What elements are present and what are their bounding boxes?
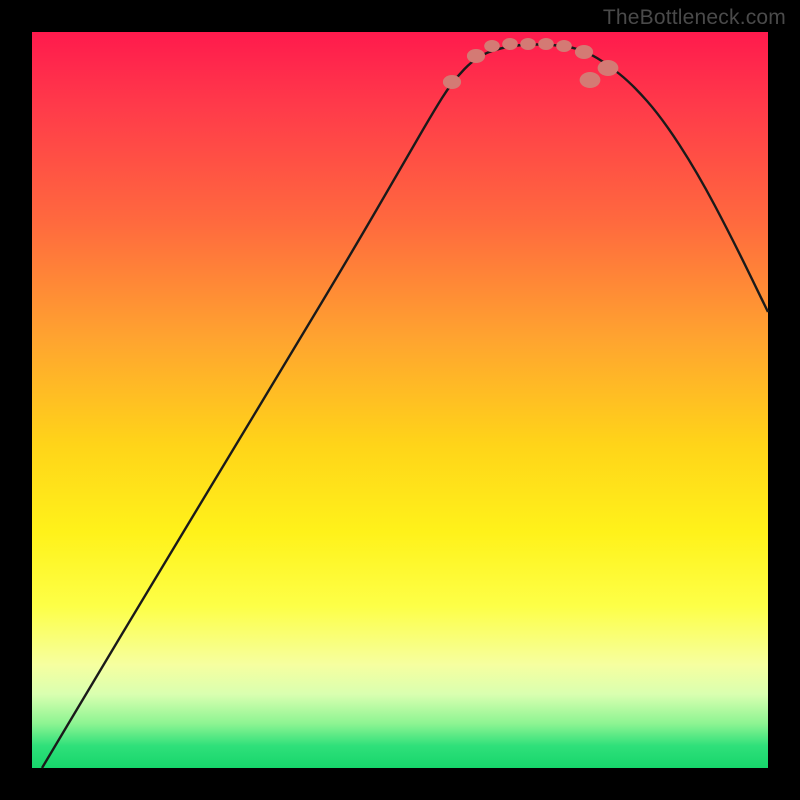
chart-svg [32,32,768,768]
chart-plot-area [32,32,768,768]
valley-marker [575,45,593,59]
valley-marker [520,38,536,50]
valley-marker [580,72,601,88]
watermark-text: TheBottleneck.com [603,6,786,30]
valley-marker [556,40,572,52]
chart-stage: TheBottleneck.com [0,0,800,800]
valley-marker [484,40,500,52]
valley-marker [467,49,485,63]
bottleneck-curve [42,45,768,769]
valley-marker [443,75,461,89]
valley-marker [598,60,619,76]
valley-marker [538,38,554,50]
valley-marker [502,38,518,50]
